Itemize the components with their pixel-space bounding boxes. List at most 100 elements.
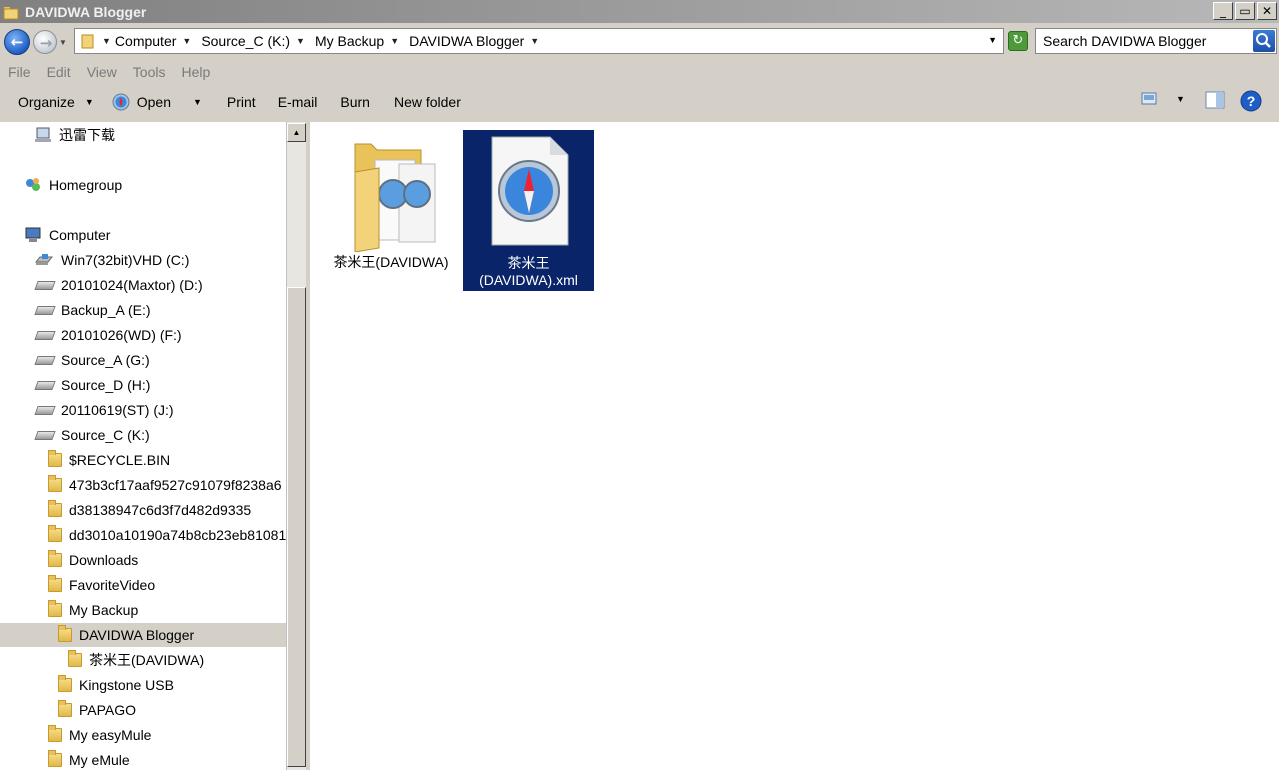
- tree-item-label: Backup_A (E:): [61, 302, 151, 318]
- breadcrumb-computer[interactable]: Computer ▼: [115, 33, 195, 49]
- tree-item-label: My easyMule: [69, 727, 152, 743]
- tree-item-label: Kingstone USB: [79, 677, 174, 693]
- help-icon: ?: [1240, 90, 1262, 112]
- folder-item-chamiwang[interactable]: 茶米王(DAVIDWA): [330, 130, 452, 272]
- tree-item-homegroup[interactable]: Homegroup: [24, 173, 122, 197]
- tree-item-recycle-bin[interactable]: $RECYCLE.BIN: [48, 448, 170, 472]
- tree-item-label: 迅雷下载: [59, 127, 115, 143]
- breadcrumb-my-backup[interactable]: My Backup ▼: [315, 33, 403, 49]
- tree-item-label: DAVIDWA Blogger: [79, 627, 195, 643]
- tree-item-drive-k[interactable]: Source_C (K:): [34, 423, 150, 447]
- drive-icon: [34, 380, 56, 390]
- forward-button[interactable]: →: [33, 30, 57, 54]
- chevron-down-icon[interactable]: ▼: [390, 36, 399, 46]
- folder-icon: [58, 700, 72, 717]
- forward-arrow-icon: →: [39, 34, 53, 52]
- change-view-button[interactable]: [1141, 91, 1159, 110]
- tree-item-xunlei[interactable]: 迅雷下载: [34, 123, 115, 147]
- file-name: 茶米王(DAVIDWA): [333, 254, 449, 270]
- file-item-xml[interactable]: 茶米王 (DAVIDWA).xml: [463, 130, 594, 291]
- network-drive-icon: [35, 127, 51, 142]
- chevron-down-icon[interactable]: ▼: [530, 36, 539, 46]
- drive-icon: [34, 330, 56, 340]
- preview-pane-button[interactable]: [1205, 91, 1225, 112]
- search-icon: [1256, 33, 1271, 48]
- back-button[interactable]: ←: [4, 29, 30, 55]
- open-button[interactable]: Open ▼: [112, 88, 202, 116]
- breadcrumb-davidwa-blogger[interactable]: DAVIDWA Blogger ▼: [409, 33, 543, 49]
- history-dropdown-icon[interactable]: ▼: [59, 38, 67, 47]
- tree-item-drive-c[interactable]: Win7(32bit)VHD (C:): [34, 248, 189, 272]
- tree-item-drive-h[interactable]: Source_D (H:): [34, 373, 150, 397]
- tree-item-folder-dd30[interactable]: dd3010a10190a74b8cb23eb81081: [48, 523, 286, 547]
- burn-button[interactable]: Burn: [340, 88, 370, 116]
- tree-item-my-easymule[interactable]: My easyMule: [48, 723, 151, 747]
- menu-edit[interactable]: Edit: [47, 64, 71, 80]
- tree-item-my-backup[interactable]: My Backup: [48, 598, 138, 622]
- folder-icon: [48, 525, 62, 542]
- email-button[interactable]: E-mail: [278, 88, 318, 116]
- tree-item-label: d38138947c6d3f7d482d9335: [69, 502, 252, 518]
- scroll-thumb[interactable]: [287, 287, 306, 767]
- tree-item-papago[interactable]: PAPAGO: [58, 698, 136, 722]
- address-bar[interactable]: ▼ Computer ▼ Source_C (K:) ▼ My Backup ▼ DA…: [74, 28, 1004, 54]
- folder-icon: [48, 725, 62, 742]
- menu-view[interactable]: View: [87, 64, 117, 80]
- tree-item-my-emule[interactable]: My eMule: [48, 748, 130, 770]
- menu-tools[interactable]: Tools: [133, 64, 166, 80]
- chevron-down-icon[interactable]: ▼: [102, 36, 111, 46]
- maximize-button[interactable]: ▭: [1235, 2, 1255, 20]
- close-button[interactable]: ✕: [1257, 2, 1277, 20]
- homegroup-icon: [26, 178, 40, 191]
- folder-icon: [48, 550, 62, 567]
- refresh-button[interactable]: ↻: [1008, 31, 1028, 51]
- print-button[interactable]: Print: [227, 88, 256, 116]
- menu-help[interactable]: Help: [181, 64, 210, 80]
- drive-icon: [34, 405, 56, 415]
- tree-item-label: Downloads: [69, 552, 139, 568]
- tree-item-downloads[interactable]: Downloads: [48, 548, 138, 572]
- navigation-pane: 迅雷下载 Homegroup Computer Win7(32bit)VHD (…: [0, 122, 286, 770]
- organize-button[interactable]: Organize ▼: [18, 88, 94, 116]
- tree-item-label: 20101024(Maxtor) (D:): [61, 277, 203, 293]
- tree-item-davidwa-blogger[interactable]: DAVIDWA Blogger: [0, 623, 286, 647]
- tree-item-favoritevideo[interactable]: FavoriteVideo: [48, 573, 155, 597]
- new-folder-button[interactable]: New folder: [394, 88, 461, 116]
- search-box: [1035, 28, 1277, 54]
- help-button[interactable]: ?: [1240, 90, 1262, 115]
- chevron-down-icon[interactable]: ▼: [182, 36, 191, 46]
- tree-item-drive-f[interactable]: 20101026(WD) (F:): [34, 323, 182, 347]
- tree-item-folder-473b[interactable]: 473b3cf17aaf9527c91079f8238a6: [48, 473, 282, 497]
- tree-item-folder-d381[interactable]: d38138947c6d3f7d482d9335: [48, 498, 251, 522]
- menu-bar: File Edit View Tools Help: [0, 61, 1279, 83]
- tree-item-drive-g[interactable]: Source_A (G:): [34, 348, 150, 372]
- svg-text:?: ?: [1247, 93, 1256, 109]
- minimize-button[interactable]: _: [1213, 2, 1233, 20]
- chevron-down-icon: ▼: [84, 97, 94, 107]
- search-input[interactable]: [1036, 29, 1254, 53]
- tree-item-label: 473b3cf17aaf9527c91079f8238a6: [69, 477, 282, 493]
- tree-item-label: FavoriteVideo: [69, 577, 156, 593]
- tree-item-chamiwang[interactable]: 茶米王(DAVIDWA): [68, 648, 204, 672]
- chevron-down-icon[interactable]: ▼: [296, 36, 305, 46]
- tree-item-drive-e[interactable]: Backup_A (E:): [34, 298, 151, 322]
- tree-item-label: 20101026(WD) (F:): [61, 327, 182, 343]
- search-button[interactable]: [1253, 30, 1275, 52]
- file-list: 茶米王(DAVIDWA) 茶米王 (DAVIDWA).xml: [310, 122, 1279, 770]
- navigation-scrollbar[interactable]: ▲: [286, 122, 306, 770]
- drive-icon: [34, 355, 56, 365]
- tree-item-kingstone-usb[interactable]: Kingstone USB: [58, 673, 174, 697]
- folder-icon: [48, 575, 62, 592]
- address-dropdown-icon[interactable]: ▼: [988, 35, 997, 45]
- folder-icon: [354, 143, 436, 252]
- menu-file[interactable]: File: [8, 64, 31, 80]
- scroll-up-button[interactable]: ▲: [287, 123, 306, 142]
- view-options-dropdown-icon[interactable]: ▼: [1176, 94, 1185, 104]
- tree-item-label: My eMule: [69, 752, 130, 768]
- breadcrumb-source-c[interactable]: Source_C (K:) ▼: [201, 33, 309, 49]
- tree-item-computer[interactable]: Computer: [24, 223, 110, 247]
- tree-item-drive-j[interactable]: 20110619(ST) (J:): [34, 398, 174, 422]
- folder-icon: [48, 500, 62, 517]
- tree-item-drive-d[interactable]: 20101024(Maxtor) (D:): [34, 273, 203, 297]
- computer-icon: [25, 227, 41, 242]
